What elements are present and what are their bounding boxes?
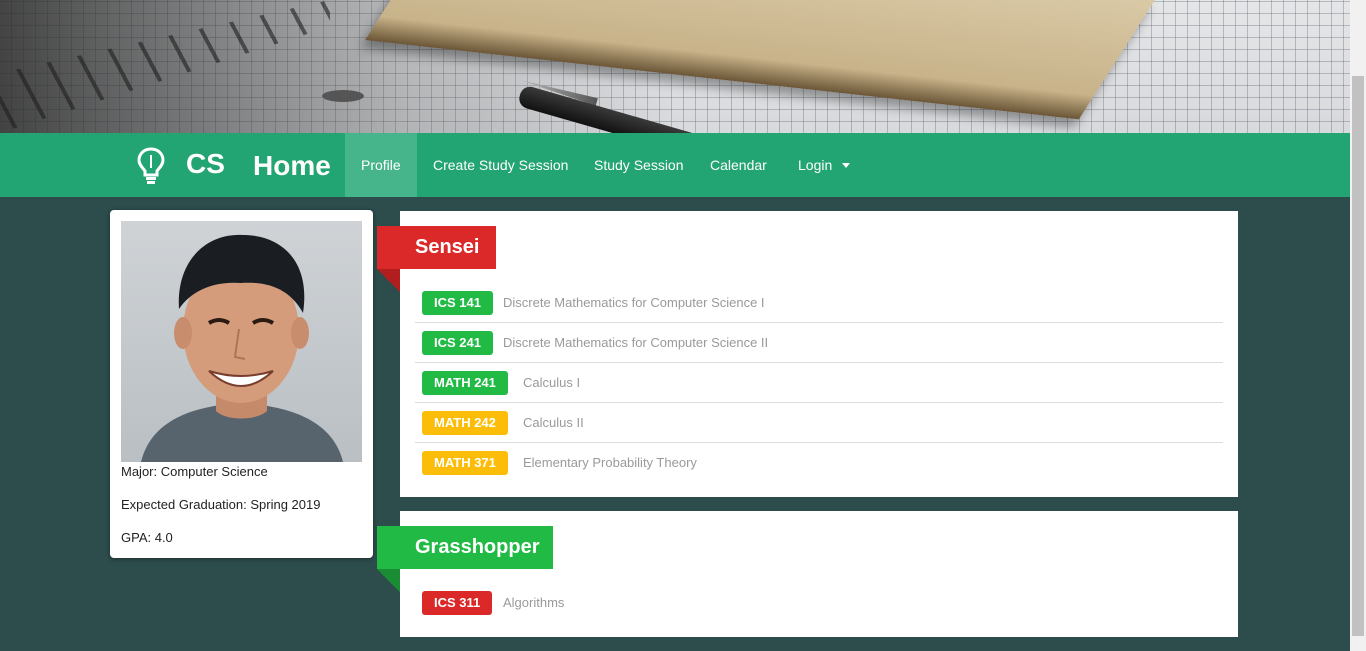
nav-study-session[interactable]: Study Session	[578, 133, 700, 197]
course-name: Calculus II	[523, 415, 584, 430]
course-name: Discrete Mathematics for Computer Scienc…	[503, 335, 769, 350]
nav-create-study-session[interactable]: Create Study Session	[417, 133, 584, 197]
course-name: Algorithms	[503, 595, 565, 610]
course-badge[interactable]: MATH 242	[422, 411, 508, 435]
caret-down-icon	[842, 162, 851, 168]
course-badge[interactable]: MATH 241	[422, 371, 508, 395]
nav-profile[interactable]: Profile	[345, 133, 417, 197]
course-badge[interactable]: ICS 241	[422, 331, 493, 355]
lightbulb-icon[interactable]	[135, 146, 167, 186]
ribbon-fold	[377, 569, 400, 592]
grasshopper-ribbon: Grasshopper	[377, 526, 553, 569]
ribbon-fold	[377, 269, 400, 292]
profile-card: Major: Computer Science Expected Graduat…	[110, 210, 373, 558]
page-scrollbar[interactable]	[1350, 0, 1366, 651]
course-badge[interactable]: ICS 311	[422, 591, 493, 615]
notebook-hole	[322, 90, 364, 102]
profile-gpa: GPA: 4.0	[121, 530, 173, 545]
course-name: Discrete Mathematics for Computer Scienc…	[503, 295, 765, 310]
book-image	[365, 0, 1155, 120]
course-row: ICS 241 Discrete Mathematics for Compute…	[415, 323, 1223, 363]
brand-cs[interactable]: CS	[186, 146, 225, 182]
course-row: ICS 311 Algorithms	[415, 583, 1223, 623]
course-badge[interactable]: MATH 371	[422, 451, 508, 475]
sensei-ribbon: Sensei	[377, 226, 496, 269]
nav-login-dropdown[interactable]: Login	[782, 133, 866, 197]
course-row: MATH 371 Elementary Probability Theory	[415, 443, 1223, 483]
nav-calendar[interactable]: Calendar	[694, 133, 783, 197]
profile-photo	[121, 221, 362, 462]
profile-major: Major: Computer Science	[121, 464, 268, 479]
course-row: MATH 242 Calculus II	[415, 403, 1223, 443]
profile-graduation: Expected Graduation: Spring 2019	[121, 497, 321, 512]
course-row: MATH 241 Calculus I	[415, 363, 1223, 403]
course-name: Elementary Probability Theory	[523, 455, 697, 470]
course-name: Calculus I	[523, 375, 581, 390]
nav-login-label: Login	[798, 157, 833, 173]
course-row: ICS 141 Discrete Mathematics for Compute…	[415, 283, 1223, 323]
course-badge[interactable]: ICS 141	[422, 291, 493, 315]
brand-home[interactable]: Home	[253, 148, 331, 184]
header-banner-image	[0, 0, 1350, 133]
notebook-spiral	[0, 0, 330, 133]
scrollbar-thumb[interactable]	[1352, 76, 1364, 636]
